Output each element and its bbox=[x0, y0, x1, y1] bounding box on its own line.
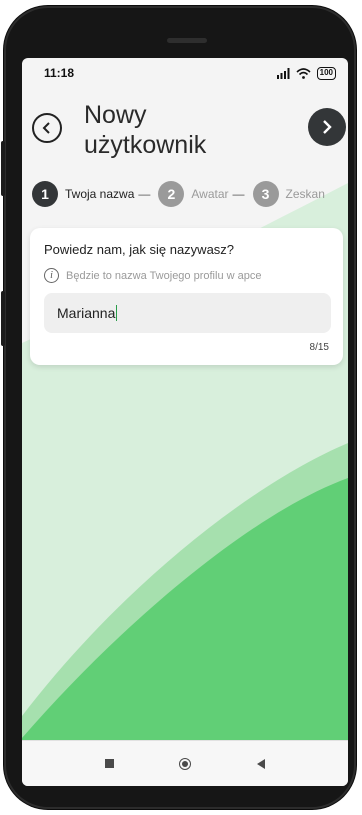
phone-frame: 11:18 100 Nowy użytkownik 1 Twoja nazwa … bbox=[1, 6, 356, 809]
step-2-number: 2 bbox=[158, 181, 185, 207]
step-1-number: 1 bbox=[32, 181, 58, 207]
title-line-1: Nowy bbox=[84, 101, 147, 129]
stepper: 1 Twoja nazwa — 2 Awatar — 3 Zeskan bbox=[32, 181, 329, 207]
triangle-back-icon[interactable] bbox=[257, 758, 266, 769]
volume-button bbox=[1, 141, 5, 196]
step-3-label: Zeskan bbox=[285, 187, 325, 201]
page-title: Nowy użytkownik bbox=[84, 100, 284, 160]
battery-icon: 100 bbox=[316, 66, 336, 80]
hint-row: i Będzie to nazwa Twojego profilu w apce bbox=[44, 268, 261, 283]
battery-level: 100 bbox=[319, 68, 333, 77]
text-caret bbox=[116, 305, 118, 321]
screen: 11:18 100 Nowy użytkownik 1 Twoja nazwa … bbox=[22, 58, 348, 786]
circle-home-icon[interactable] bbox=[179, 757, 192, 770]
status-time: 11:18 bbox=[44, 66, 75, 80]
signal-icon bbox=[276, 67, 290, 79]
speaker-grille bbox=[167, 38, 207, 43]
step-3-number: 3 bbox=[252, 181, 279, 207]
square-icon[interactable] bbox=[104, 759, 114, 768]
step-1-label: Twoja nazwa bbox=[65, 187, 135, 201]
power-button bbox=[1, 291, 5, 346]
android-nav-bar bbox=[22, 740, 348, 786]
step-2-label: Awatar bbox=[191, 187, 229, 201]
name-form-card: Powiedz nam, jak się nazywasz? i Będzie … bbox=[30, 228, 343, 365]
wifi-icon bbox=[296, 67, 311, 79]
next-button[interactable] bbox=[308, 108, 346, 146]
info-icon: i bbox=[44, 268, 59, 283]
character-counter: 8/15 bbox=[309, 342, 329, 353]
name-input[interactable]: Marianna bbox=[44, 293, 331, 333]
app-content: Nowy użytkownik 1 Twoja nazwa — 2 Awatar… bbox=[22, 88, 348, 740]
hint-text: Będzie to nazwa Twojego profilu w apce bbox=[66, 269, 262, 282]
name-input-value: Marianna bbox=[57, 305, 116, 321]
step-separator: — bbox=[232, 187, 245, 201]
status-bar: 11:18 100 bbox=[22, 58, 348, 88]
back-button[interactable] bbox=[32, 113, 62, 143]
step-separator: — bbox=[138, 187, 151, 201]
name-question: Powiedz nam, jak się nazywasz? bbox=[44, 242, 235, 257]
chevron-left-icon bbox=[42, 122, 50, 134]
chevron-right-icon bbox=[323, 120, 332, 134]
status-icons: 100 bbox=[276, 66, 336, 80]
title-line-2: użytkownik bbox=[84, 131, 207, 159]
